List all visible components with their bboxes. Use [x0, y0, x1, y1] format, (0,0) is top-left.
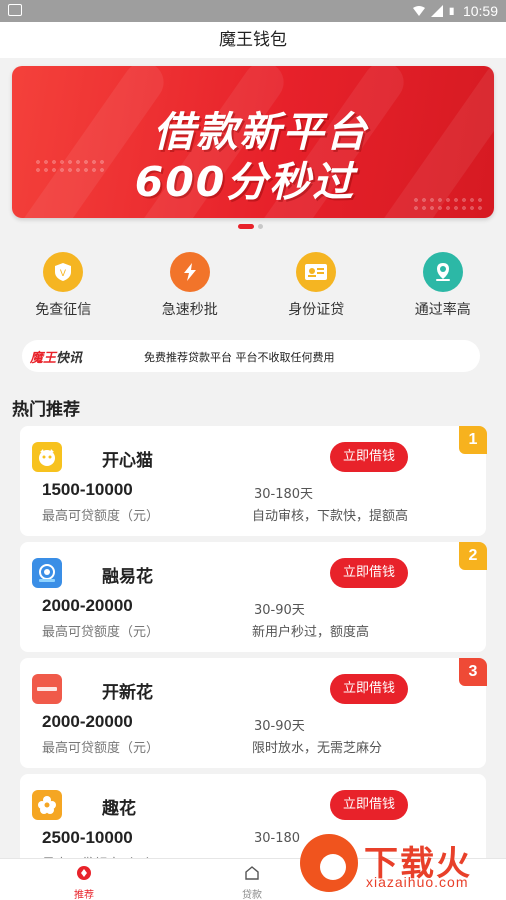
id-card-icon: [296, 252, 337, 292]
cat-logo-icon: [32, 442, 62, 472]
wifi-icon: [412, 6, 425, 16]
limit-label: 最高可贷额度（元）: [42, 509, 160, 524]
notification-icon: [8, 4, 22, 16]
location-check-icon: [422, 252, 463, 292]
signal-icon: [430, 5, 443, 17]
status-time: 10:59: [462, 3, 498, 19]
status-bar: 10:59: [0, 0, 506, 22]
loan-card[interactable]: 开新花 立即借钱 2000-20000 30-90天 最高可贷额度（元） 限时放…: [20, 658, 487, 768]
banner-indicator: [238, 224, 263, 229]
loan-amount: 2500-10000: [42, 828, 133, 847]
loan-card[interactable]: 开心猫 立即借钱 1500-10000 30-180天 最高可贷额度（元） 自动…: [20, 426, 487, 536]
feature-label: 急速秒批: [161, 302, 218, 318]
limit-label: 最高可贷额度（元）: [42, 625, 160, 640]
loan-amount: 2000-20000: [42, 712, 133, 731]
feature-label: 通过率高: [414, 302, 471, 318]
tab-label: 推荐: [74, 890, 94, 900]
battery-icon: [449, 7, 454, 15]
borrow-now-button[interactable]: 立即借钱: [330, 790, 408, 820]
shield-icon: V: [43, 252, 84, 292]
status-icons: 10:59: [412, 3, 498, 19]
borrow-now-button[interactable]: 立即借钱: [330, 674, 408, 704]
tab-recommend[interactable]: 推荐: [0, 859, 168, 900]
promo-banner[interactable]: 借款新平台 600分秒过: [12, 66, 494, 218]
loan-term: 30-180天: [254, 487, 314, 502]
product-desc: 新用户秒过，额度高: [252, 625, 370, 640]
limit-label: 最高可贷额度（元）: [42, 741, 160, 756]
app-logo-icon: [32, 674, 62, 704]
loan-term: 30-90天: [254, 603, 305, 618]
banner-subheadline: 600分秒过: [134, 158, 356, 206]
product-name: 开新花: [102, 683, 153, 703]
loan-amount: 2000-20000: [42, 596, 133, 615]
rank-badge: 2: [459, 542, 487, 570]
rank-badge: 3: [459, 658, 487, 686]
borrow-now-button[interactable]: 立即借钱: [330, 442, 408, 472]
feature-label: 免查征信: [35, 302, 92, 318]
product-name: 融易花: [102, 567, 153, 587]
loan-term: 30-180: [254, 831, 301, 846]
news-logo-brand: 魔王: [30, 351, 57, 366]
feature-high-pass-rate[interactable]: 通过率高: [380, 252, 506, 324]
borrow-now-button[interactable]: 立即借钱: [330, 558, 408, 588]
product-desc: 自动审核，下款快，提额高: [252, 509, 409, 524]
news-logo-suffix: 快讯: [56, 351, 83, 366]
indicator-active: [238, 224, 254, 229]
feature-credit-free[interactable]: V 免查征信: [0, 252, 127, 324]
product-name: 开心猫: [102, 451, 153, 471]
flame-logo-icon: [300, 834, 358, 892]
lightning-icon: [169, 252, 210, 292]
recommend-icon: [77, 866, 91, 880]
product-desc: 限时放水，无需芝麻分: [252, 741, 383, 756]
loan-term: 30-90天: [254, 719, 305, 734]
feature-id-loan[interactable]: 身份证贷: [253, 252, 380, 324]
loan-card[interactable]: 融易花 立即借钱 2000-20000 30-90天 最高可贷额度（元） 新用户…: [20, 542, 487, 652]
feature-label: 身份证贷: [288, 302, 345, 318]
section-title: 热门推荐: [12, 400, 80, 420]
svg-text:V: V: [60, 269, 67, 279]
news-ticker[interactable]: 魔王快讯 免费推荐贷款平台 平台不收取任何费用: [22, 340, 480, 372]
news-logo: 魔王快讯: [30, 347, 82, 366]
flower-logo-icon: [32, 790, 62, 820]
watermark-url: xiazaihuo.com: [366, 874, 469, 890]
loan-amount: 1500-10000: [42, 480, 133, 499]
watermark: 下载火 xiazaihuo.com: [296, 830, 506, 900]
flower-logo-icon: [32, 558, 62, 588]
feature-fast-approval[interactable]: 急速秒批: [127, 252, 254, 324]
product-name: 趣花: [102, 799, 136, 819]
rank-badge: 1: [459, 426, 487, 454]
news-text: 免费推荐贷款平台 平台不收取任何费用: [144, 351, 335, 364]
feature-row: V 免查征信 急速秒批 身份证贷 通过率高: [0, 252, 506, 324]
page-title: 魔王钱包: [0, 22, 506, 58]
home-icon: [245, 866, 259, 880]
indicator-dot: [258, 224, 263, 229]
